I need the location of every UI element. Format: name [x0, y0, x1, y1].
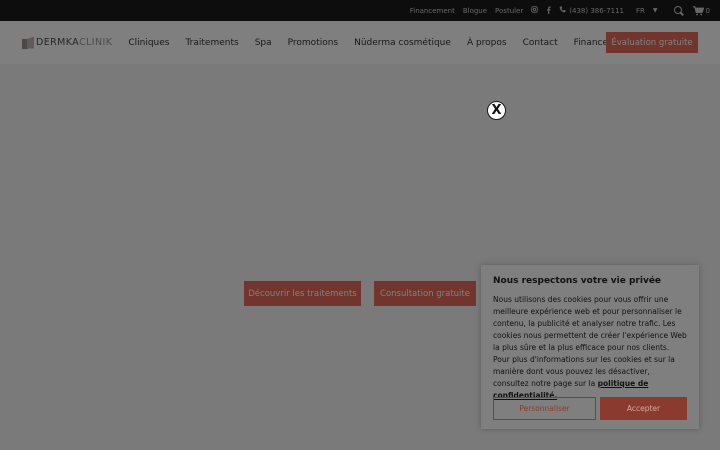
close-popup-button[interactable]: X	[487, 101, 506, 120]
customize-button[interactable]: Personnaliser	[493, 397, 596, 420]
accept-button[interactable]: Accepter	[600, 397, 687, 420]
cookie-body: Nous utilisons des cookies pour vous off…	[493, 294, 687, 402]
cookie-consent-dialog: Nous respectons votre vie privée Nous ut…	[481, 265, 699, 429]
cookie-text: Nous utilisons des cookies pour vous off…	[493, 295, 687, 388]
cookie-buttons: Personnaliser Accepter	[493, 397, 687, 420]
cookie-title: Nous respectons votre vie privée	[493, 276, 662, 286]
